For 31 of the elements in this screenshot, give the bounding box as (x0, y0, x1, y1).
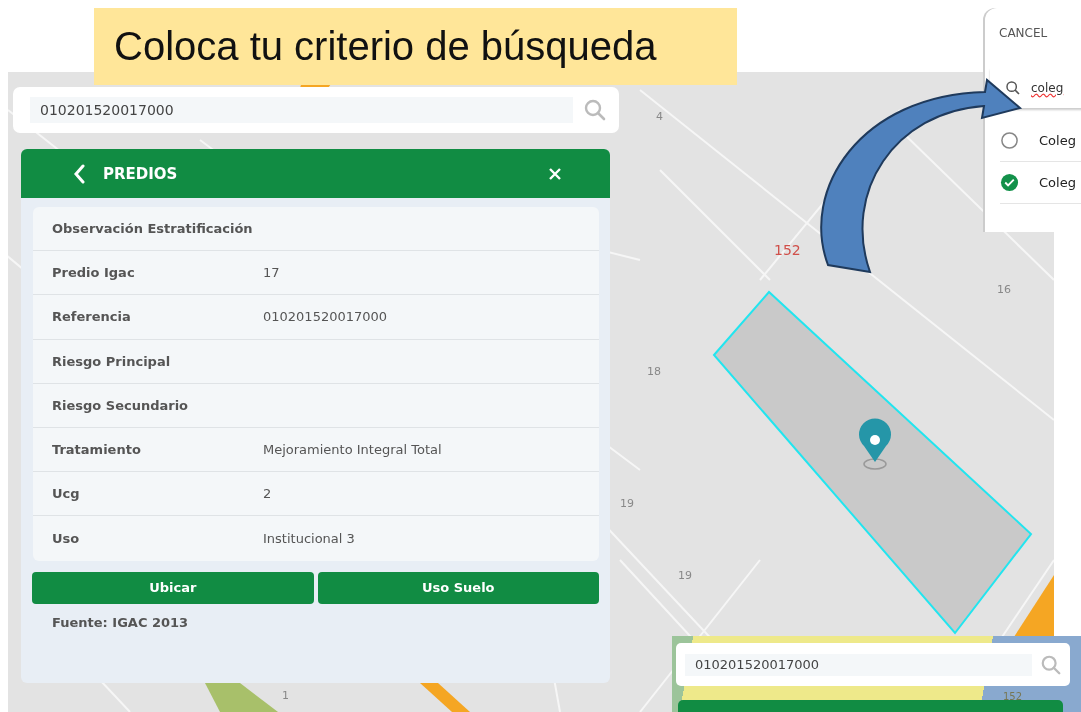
action-button[interactable]: Uso Suelo (317, 571, 599, 604)
attribute-label: Ucg (52, 486, 81, 502)
attribute-value: 17 (263, 265, 280, 281)
result-item[interactable]: Coleg (1000, 162, 1081, 204)
panel-title: PREDIOS (103, 164, 179, 183)
lot-number: 152 (1003, 691, 1023, 702)
attribute-value: Institucional 3 (263, 530, 355, 546)
attribute-value: Mejoramiento Integral Total (263, 442, 442, 458)
attribute-label: Riesgo Principal (52, 353, 172, 369)
source-note: Fuente: IGAC 2013 (52, 614, 190, 630)
attribute-label: Riesgo Secundario (52, 397, 190, 413)
lot-number: 19 (678, 569, 692, 582)
action-button[interactable]: Ubicar (32, 571, 314, 604)
attribute-label: Uso (52, 530, 81, 546)
result-item[interactable]: Coleg (1000, 120, 1081, 162)
attribute-label: Observación Estratificación (52, 221, 254, 237)
lot-number: 18 (647, 365, 661, 378)
attribute-value: 2 (263, 486, 272, 502)
cancel-button[interactable]: CANCEL (999, 26, 1048, 40)
attribute-label: Predio Igac (52, 265, 136, 281)
lot-number: 1 (282, 689, 289, 702)
attribute-label: Tratamiento (52, 442, 142, 458)
lot-number: 4 (656, 110, 663, 123)
search-field[interactable]: 010201520017000 (685, 653, 1032, 676)
attribute-label: Referencia (52, 309, 132, 325)
search-field[interactable]: 010201520017000 (30, 97, 573, 123)
search-field[interactable]: coleg (1031, 81, 1064, 95)
lot-number: 19 (620, 497, 634, 510)
lot-number: 152 (774, 242, 801, 258)
attribute-value: 010201520017000 (263, 309, 388, 325)
lot-number: 16 (997, 283, 1011, 296)
